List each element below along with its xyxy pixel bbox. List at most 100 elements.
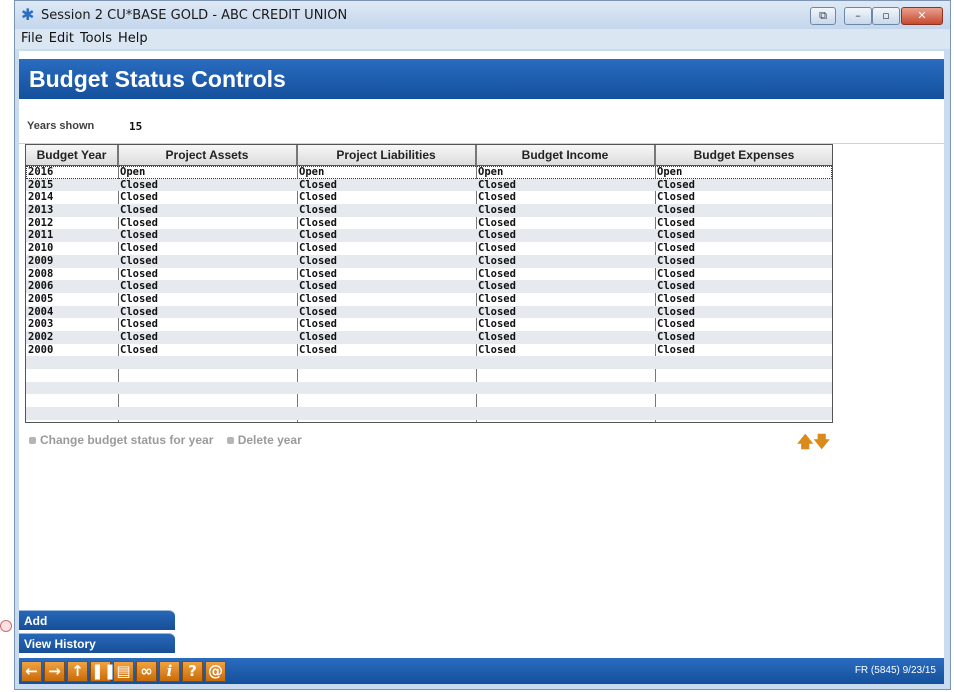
cell-budget-income: Closed <box>478 330 516 343</box>
cell-project-assets: Open <box>120 166 146 178</box>
cell-budget-expenses: Closed <box>657 280 695 293</box>
cell-budget-expenses: Closed <box>657 343 695 356</box>
table-row[interactable] <box>26 407 832 420</box>
table-row[interactable]: 2011 Closed Closed Closed Closed <box>26 229 832 243</box>
menu-tools[interactable]: Tools <box>80 31 112 46</box>
info-icon[interactable]: i <box>159 661 180 682</box>
column-header-project-liabilities[interactable]: Project Liabilities <box>297 145 476 165</box>
table-row[interactable]: 2015 Closed Closed Closed Closed <box>26 178 832 192</box>
close-icon: ✕ <box>917 9 927 22</box>
cell-project-liabilities: Closed <box>299 242 337 255</box>
table-row[interactable]: 2016 Open Open Open Open <box>26 166 832 179</box>
restore-icon: ⧉ <box>819 9 827 22</box>
cell-budget-year: 2013 <box>28 204 54 217</box>
add-button[interactable]: Add <box>19 610 175 630</box>
asterisk-icon: ✱ <box>21 5 35 24</box>
app-window: ✱ Session 2 CU*BASE GOLD - ABC CREDIT UN… <box>14 0 951 690</box>
cell-budget-year: 2004 <box>28 305 54 318</box>
table-header: Budget Year Project Assets Project Liabi… <box>26 145 832 166</box>
delete-year-label: Delete year <box>237 433 302 447</box>
cell-budget-year: 2012 <box>28 216 54 229</box>
table-row[interactable]: 2005 Closed Closed Closed Closed <box>26 293 832 306</box>
cell-budget-income: Closed <box>478 242 516 255</box>
pause-icon[interactable]: ❚❚ <box>90 661 116 682</box>
table-body: 2016 Open Open Open Open 2015 Closed Closed Clos… <box>26 166 832 420</box>
column-header-budget-expenses[interactable]: Budget Expenses <box>655 145 832 165</box>
bullet-icon <box>29 437 36 445</box>
cell-budget-income: Closed <box>478 305 516 318</box>
cell-budget-expenses: Closed <box>657 305 695 318</box>
cell-project-assets: Closed <box>120 318 158 331</box>
minimize-button[interactable]: – <box>844 7 872 25</box>
cell-project-liabilities: Closed <box>299 330 337 343</box>
forward-arrow-icon[interactable]: → <box>44 661 65 682</box>
cell-budget-income: Closed <box>478 343 516 356</box>
table-row[interactable]: 2012 Closed Closed Closed Closed <box>26 217 832 230</box>
title-bar: ✱ Session 2 CU*BASE GOLD - ABC CREDIT UN… <box>15 1 950 29</box>
menu-help[interactable]: Help <box>118 31 148 46</box>
cell-budget-expenses: Closed <box>657 229 695 242</box>
cell-project-assets: Closed <box>120 305 158 318</box>
cell-budget-income: Closed <box>478 267 516 280</box>
cell-budget-year: 2008 <box>28 267 54 280</box>
column-header-budget-year[interactable]: Budget Year <box>26 145 118 165</box>
print-icon[interactable]: ▤ <box>113 661 134 682</box>
cell-budget-year: 2016 <box>28 166 54 178</box>
cell-project-assets: Closed <box>120 280 158 293</box>
cell-budget-expenses: Closed <box>657 318 695 331</box>
menu-edit[interactable]: Edit <box>49 31 74 46</box>
cell-budget-income: Closed <box>478 191 516 204</box>
cell-budget-expenses: Closed <box>657 292 695 305</box>
up-arrow-icon[interactable]: ↑ <box>67 661 88 682</box>
years-shown-value: 15 <box>129 120 143 133</box>
restore-button[interactable]: ⧉ <box>810 7 836 25</box>
link-icon[interactable]: ∞ <box>136 661 157 682</box>
cell-budget-income: Closed <box>478 204 516 217</box>
table-row[interactable]: 2014 Closed Closed Closed Closed <box>26 191 832 204</box>
close-button[interactable]: ✕ <box>901 7 943 25</box>
table-row[interactable]: 2008 Closed Closed Closed Closed <box>26 268 832 281</box>
table-row[interactable] <box>26 381 832 395</box>
column-header-project-assets[interactable]: Project Assets <box>118 145 297 165</box>
table-row[interactable]: 2003 Closed Closed Closed Closed <box>26 318 832 331</box>
table-row[interactable]: 2006 Closed Closed Closed Closed <box>26 280 832 293</box>
scroll-up-icon[interactable]: 🡅 <box>797 432 813 451</box>
cell-budget-expenses: Closed <box>657 254 695 267</box>
column-header-budget-income[interactable]: Budget Income <box>476 145 655 165</box>
cell-budget-expenses: Closed <box>657 242 695 255</box>
years-shown-label: Years shown <box>27 120 95 132</box>
cell-project-assets: Closed <box>120 343 158 356</box>
table-row[interactable]: 2013 Closed Closed Closed Closed <box>26 204 832 217</box>
at-sign-icon[interactable]: @ <box>205 661 226 682</box>
cell-budget-year: 2011 <box>28 229 54 242</box>
cell-budget-expenses: Closed <box>657 178 695 191</box>
scroll-down-icon[interactable]: 🡇 <box>813 432 829 451</box>
cell-budget-income: Closed <box>478 318 516 331</box>
back-arrow-icon[interactable]: ← <box>21 661 42 682</box>
cell-budget-expenses: Closed <box>657 267 695 280</box>
table-row[interactable]: 2004 Closed Closed Closed Closed <box>26 305 832 319</box>
table-row[interactable] <box>26 356 832 369</box>
scroll-arrows: 🡅🡇 <box>797 431 830 458</box>
menu-file[interactable]: File <box>21 31 43 46</box>
delete-year-action[interactable]: Delete year <box>226 433 302 447</box>
table-row[interactable] <box>26 369 832 382</box>
table-row[interactable]: 2010 Closed Closed Closed Closed <box>26 242 832 255</box>
maximize-button[interactable]: ▫ <box>872 7 900 25</box>
help-icon[interactable]: ? <box>182 661 203 682</box>
client-area: Budget Status Controls Years shown 15 Bu… <box>19 51 944 684</box>
cell-budget-expenses: Closed <box>657 191 695 204</box>
cell-budget-expenses: Closed <box>657 204 695 217</box>
table-row[interactable]: 2009 Closed Closed Closed Closed <box>26 254 832 268</box>
cursor-marker <box>0 620 12 632</box>
cell-budget-income: Closed <box>478 292 516 305</box>
view-history-button[interactable]: View History <box>19 633 175 653</box>
change-budget-status-action[interactable]: Change budget status for year <box>29 433 213 447</box>
cell-project-liabilities: Closed <box>299 267 337 280</box>
cell-project-liabilities: Closed <box>299 305 337 318</box>
table-row[interactable]: 2000 Closed Closed Closed Closed <box>26 344 832 357</box>
window-title: Session 2 CU*BASE GOLD - ABC CREDIT UNIO… <box>41 8 348 23</box>
table-row[interactable] <box>26 394 832 407</box>
table-row[interactable]: 2002 Closed Closed Closed Closed <box>26 330 832 344</box>
cell-project-liabilities: Closed <box>299 204 337 217</box>
